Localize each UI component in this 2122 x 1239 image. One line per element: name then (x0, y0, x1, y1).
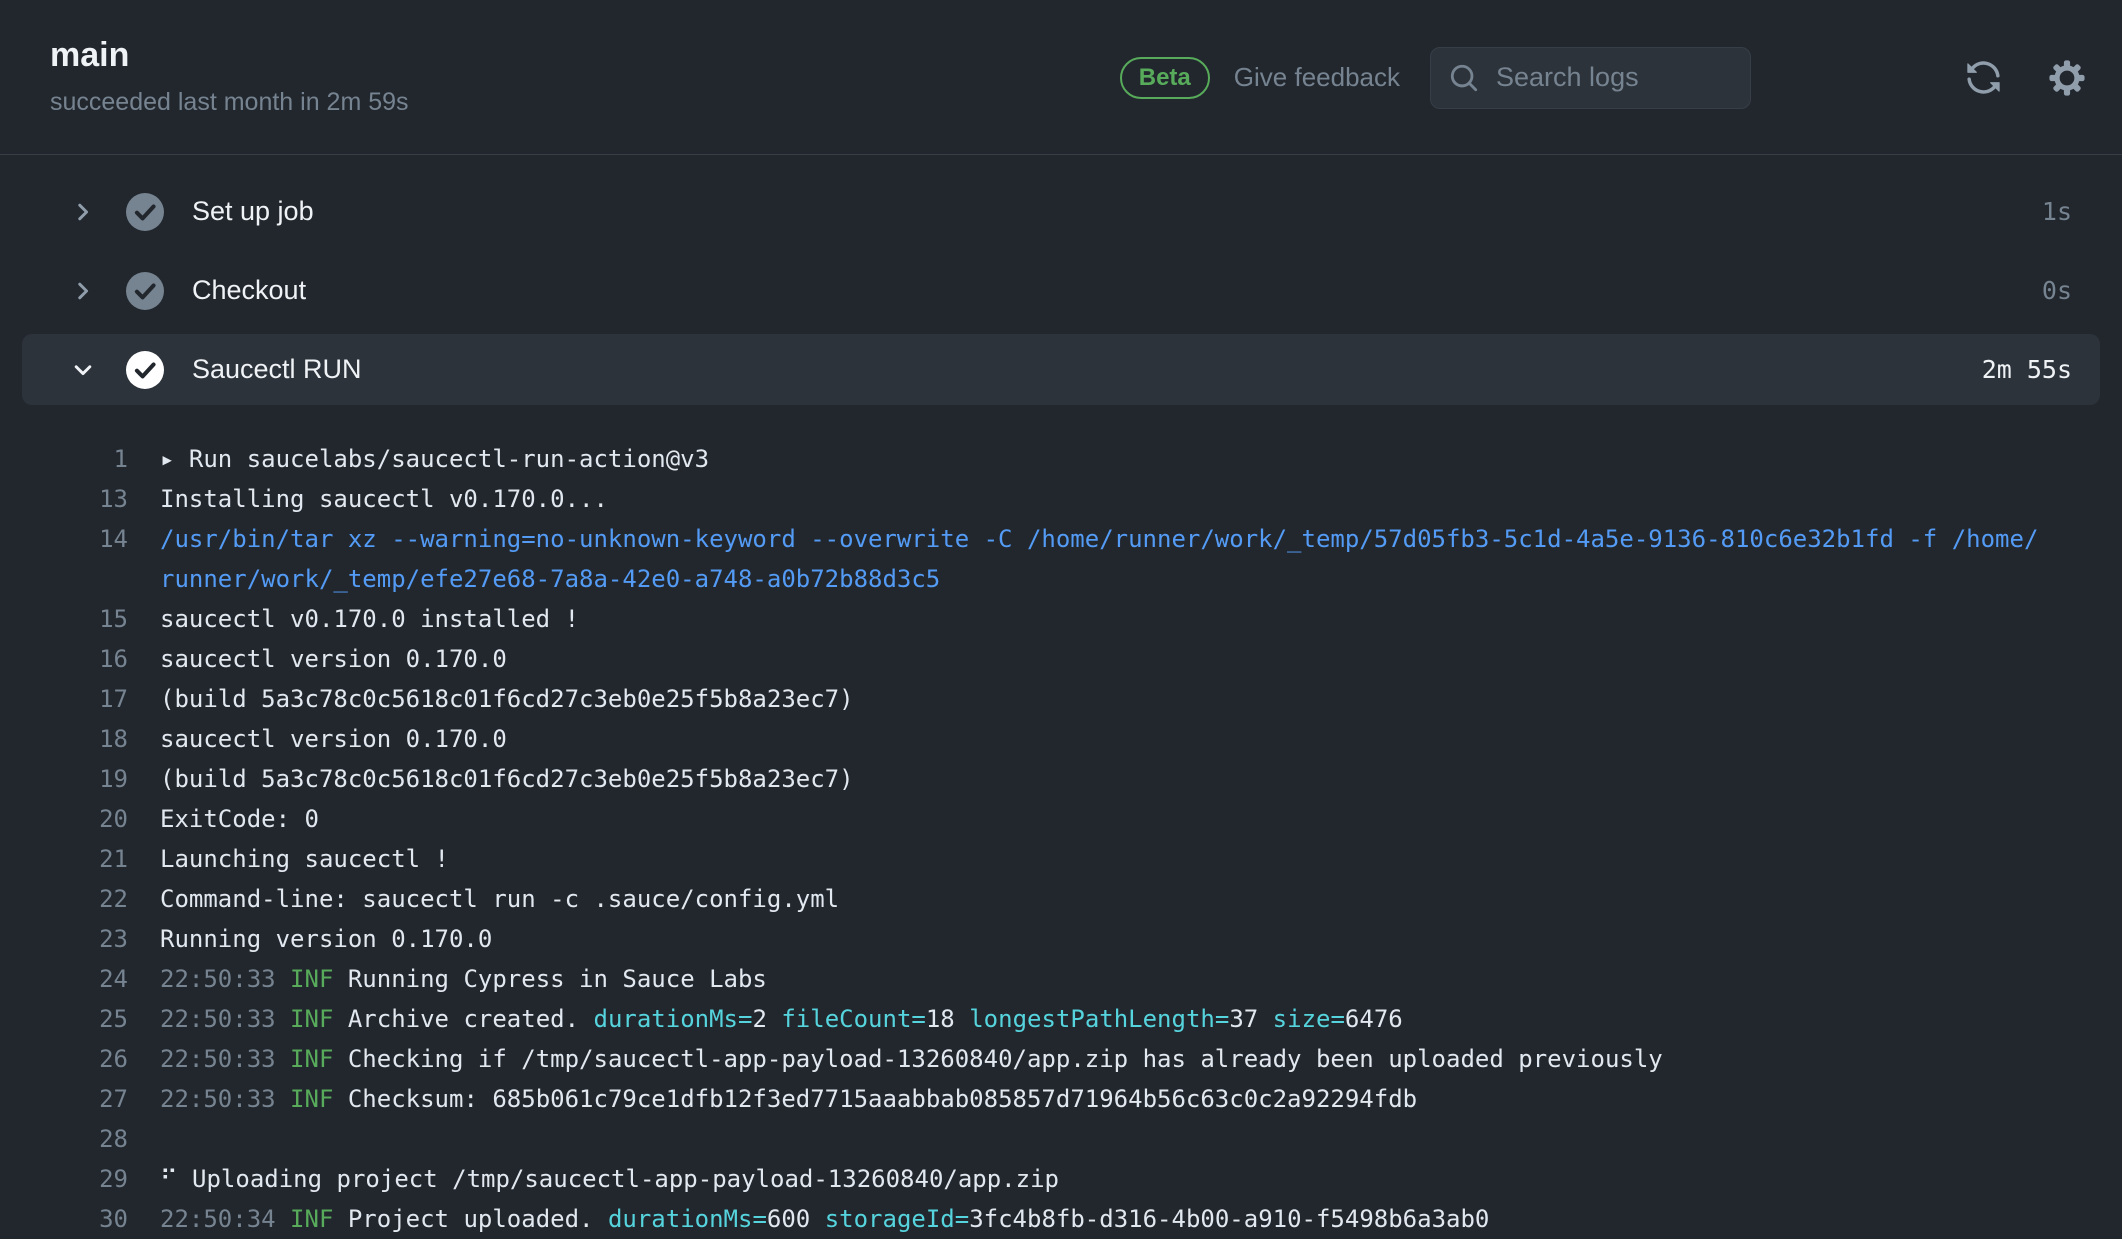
log-line-number[interactable]: 24 (60, 959, 128, 999)
step-label: Set up job (192, 196, 314, 227)
log-line-content: ▸ Run saucelabs/saucectl-run-action@v3 (160, 439, 2044, 479)
log-line: 20 ExitCode: 0 (60, 799, 2122, 839)
log-line: 16 saucectl version 0.170.0 (60, 639, 2122, 679)
header-actions: Beta Give feedback (1120, 0, 2086, 155)
log-line-content: saucectl v0.170.0 installed ! (160, 599, 2044, 639)
log-line-content: (build 5a3c78c0c5618c01f6cd27c3eb0e25f5b… (160, 679, 2044, 719)
log-line-number[interactable]: 13 (60, 479, 128, 519)
log-line-content: 22:50:33 INF Running Cypress in Sauce La… (160, 959, 2044, 999)
log-line-number[interactable]: 30 (60, 1199, 128, 1239)
give-feedback-link[interactable]: Give feedback (1234, 62, 1400, 93)
log-line-content: (build 5a3c78c0c5618c01f6cd27c3eb0e25f5b… (160, 759, 2044, 799)
log-line-number[interactable]: 20 (60, 799, 128, 839)
log-line-number[interactable]: 25 (60, 999, 128, 1039)
log-line: 28 (60, 1119, 2122, 1159)
step-row-set-up-job[interactable]: Set up job 1s (22, 176, 2100, 247)
log-line-content: Running version 0.170.0 (160, 919, 2044, 959)
log-viewer: 1▸ Run saucelabs/saucectl-run-action@v31… (0, 413, 2122, 1239)
log-line-number[interactable]: 29 (60, 1159, 128, 1199)
log-line: 22 Command-line: saucectl run -c .sauce/c… (60, 879, 2122, 919)
log-line-content: Installing saucectl v0.170.0... (160, 479, 2044, 519)
log-line: 24 22:50:33 INF Running Cypress in Sauce … (60, 959, 2122, 999)
search-input[interactable] (1494, 61, 1732, 94)
search-box[interactable] (1430, 47, 1751, 109)
log-line-content: ExitCode: 0 (160, 799, 2044, 839)
log-line-content: /usr/bin/tar xz --warning=no-unknown-key… (160, 519, 2044, 599)
step-label: Checkout (192, 275, 306, 306)
log-line: 18 saucectl version 0.170.0 (60, 719, 2122, 759)
success-check-icon (126, 193, 164, 231)
log-line-content: 22:50:34 INF Project uploaded. durationM… (160, 1199, 2044, 1239)
step-duration: 0s (2042, 276, 2072, 305)
log-line-number[interactable]: 15 (60, 599, 128, 639)
log-line-content: 22:50:33 INF Checksum: 685b061c79ce1dfb1… (160, 1079, 2044, 1119)
step-duration: 2m 55s (1982, 355, 2072, 384)
log-line-number[interactable]: 16 (60, 639, 128, 679)
step-list: Set up job 1s Checkout 0s Saucectl RUN 2m 55s (0, 176, 2122, 405)
log-line-number[interactable]: 22 (60, 879, 128, 919)
chevron-right-icon (70, 278, 96, 304)
step-row-checkout[interactable]: Checkout 0s (22, 255, 2100, 326)
success-check-icon (126, 351, 164, 389)
log-line-number[interactable]: 14 (60, 519, 128, 559)
chevron-down-icon (70, 357, 96, 383)
log-line: 23 Running version 0.170.0 (60, 919, 2122, 959)
status-subtitle: succeeded last month in 2m 59s (50, 88, 409, 117)
log-line: 26 22:50:33 INF Checking if /tmp/saucectl… (60, 1039, 2122, 1079)
log-line: 17 (build 5a3c78c0c5618c01f6cd27c3eb0e25f… (60, 679, 2122, 719)
chevron-right-icon (70, 199, 96, 225)
log-line: 14/usr/bin/tar xz --warning=no-unknown-k… (60, 519, 2122, 599)
step-label: Saucectl RUN (192, 354, 362, 385)
log-line-content: Launching saucectl ! (160, 839, 2044, 879)
success-check-icon (126, 272, 164, 310)
log-line-content: saucectl version 0.170.0 (160, 639, 2044, 679)
job-header: main succeeded last month in 2m 59s Beta… (0, 0, 2122, 155)
log-line-number[interactable]: 1 (60, 439, 128, 479)
log-line-content: Command-line: saucectl run -c .sauce/con… (160, 879, 2044, 919)
log-line: 13 Installing saucectl v0.170.0... (60, 479, 2122, 519)
gear-icon (2048, 59, 2086, 97)
refresh-button[interactable] (1965, 59, 2002, 96)
log-line: 15 saucectl v0.170.0 installed ! (60, 599, 2122, 639)
log-line-content: 22:50:33 INF Archive created. durationMs… (160, 999, 2044, 1039)
log-line-number[interactable]: 26 (60, 1039, 128, 1079)
log-line-number[interactable]: 17 (60, 679, 128, 719)
log-line-number[interactable]: 28 (60, 1119, 128, 1159)
log-line-number[interactable]: 21 (60, 839, 128, 879)
log-line-number[interactable]: 18 (60, 719, 128, 759)
log-line-content: saucectl version 0.170.0 (160, 719, 2044, 759)
log-line: 30 22:50:34 INF Project uploaded. duratio… (60, 1199, 2122, 1239)
settings-button[interactable] (2048, 59, 2086, 97)
log-line-number[interactable]: 27 (60, 1079, 128, 1119)
log-line-content (160, 1119, 2044, 1159)
log-line-number[interactable]: 19 (60, 759, 128, 799)
step-duration: 1s (2042, 197, 2072, 226)
page-title: main (50, 36, 129, 75)
log-line-content: ⠋ Uploading project /tmp/saucectl-app-pa… (160, 1159, 2044, 1199)
log-line-content: 22:50:33 INF Checking if /tmp/saucectl-a… (160, 1039, 2044, 1079)
sync-icon (1965, 59, 2002, 96)
step-row-saucectl-run[interactable]: Saucectl RUN 2m 55s (22, 334, 2100, 405)
search-icon (1449, 63, 1479, 93)
log-line: 29 ⠋ Uploading project /tmp/saucectl-app-… (60, 1159, 2122, 1199)
log-line: 27 22:50:33 INF Checksum: 685b061c79ce1df… (60, 1079, 2122, 1119)
log-line: 25 22:50:33 INF Archive created. duration… (60, 999, 2122, 1039)
log-line: 21 Launching saucectl ! (60, 839, 2122, 879)
log-line: 19 (build 5a3c78c0c5618c01f6cd27c3eb0e25f… (60, 759, 2122, 799)
beta-badge: Beta (1120, 57, 1210, 99)
log-line-number[interactable]: 23 (60, 919, 128, 959)
log-line: 1 ▸ Run saucelabs/saucectl-run-action@v3 (60, 439, 2122, 479)
